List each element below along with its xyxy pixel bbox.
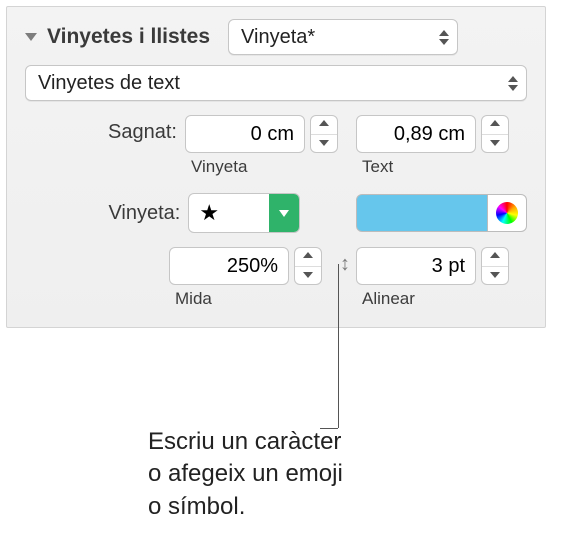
chevron-down-icon <box>490 140 500 146</box>
updown-icon <box>439 30 449 45</box>
bullet-type-popup[interactable]: Vinyetes de text <box>25 65 527 101</box>
bullet-indent-input[interactable] <box>185 115 305 153</box>
text-indent-stepper[interactable] <box>481 115 509 153</box>
disclosure-down-icon[interactable] <box>25 33 37 41</box>
section-title: Vinyetes i llistes <box>47 25 210 49</box>
color-wheel-icon <box>496 202 518 224</box>
list-preset-popup[interactable]: Vinyeta* <box>228 19 458 55</box>
size-stepper[interactable] <box>294 247 322 285</box>
bullet-char-dropdown[interactable] <box>269 194 299 232</box>
align-stepper[interactable] <box>481 247 509 285</box>
color-picker-button[interactable] <box>488 194 527 232</box>
updown-icon <box>508 76 518 91</box>
chevron-up-icon <box>490 252 500 258</box>
bullet-char-row: Vinyeta: ★ <box>25 193 527 233</box>
size-caption: Mida <box>175 289 212 309</box>
bullet-indent-stepper[interactable] <box>310 115 338 153</box>
size-group: Mida <box>169 247 322 309</box>
chevron-up-icon <box>490 120 500 126</box>
bullet-color-swatch[interactable] <box>356 194 488 232</box>
chevron-down-icon <box>490 272 500 278</box>
align-caption: Alinear <box>362 289 415 309</box>
chevron-down-icon <box>319 140 329 146</box>
bullet-indent-group: Vinyeta <box>185 115 338 177</box>
bullets-lists-panel: Vinyetes i llistes Vinyeta* Vinyetes de … <box>6 6 546 328</box>
callout-line: o afegeix un emoji <box>148 458 343 490</box>
bullet-char-label: Vinyeta: <box>25 202 188 225</box>
bullet-type-value: Vinyetes de text <box>38 72 502 95</box>
bullet-color-well <box>356 194 527 232</box>
indent-row: Sagnat: Vinyeta Text <box>25 115 527 177</box>
vertical-align-icon: ↕ <box>340 253 350 276</box>
list-preset-value: Vinyeta* <box>241 26 433 49</box>
chevron-up-icon <box>303 252 313 258</box>
spacer <box>25 247 169 253</box>
callout-line: Escriu un caràcter <box>148 426 343 458</box>
size-input[interactable] <box>169 247 289 285</box>
section-header: Vinyetes i llistes Vinyeta* <box>25 19 527 55</box>
align-input[interactable] <box>356 247 476 285</box>
bullet-char-combo[interactable]: ★ <box>188 193 300 233</box>
align-group: Alinear <box>356 247 509 309</box>
chevron-up-icon <box>319 120 329 126</box>
callout-leader-line <box>338 264 339 428</box>
bullet-indent-caption: Vinyeta <box>191 157 247 177</box>
text-indent-input[interactable] <box>356 115 476 153</box>
chevron-down-icon <box>279 210 289 217</box>
callout-line: o símbol. <box>148 491 343 523</box>
text-indent-caption: Text <box>362 157 393 177</box>
text-indent-group: Text <box>356 115 509 177</box>
callout-text: Escriu un caràcter o afegeix un emoji o … <box>148 426 343 523</box>
chevron-down-icon <box>303 272 313 278</box>
indent-label: Sagnat: <box>25 115 185 144</box>
size-align-row: Mida ↕ Alinear <box>25 247 527 309</box>
bullet-char-value: ★ <box>189 194 269 232</box>
